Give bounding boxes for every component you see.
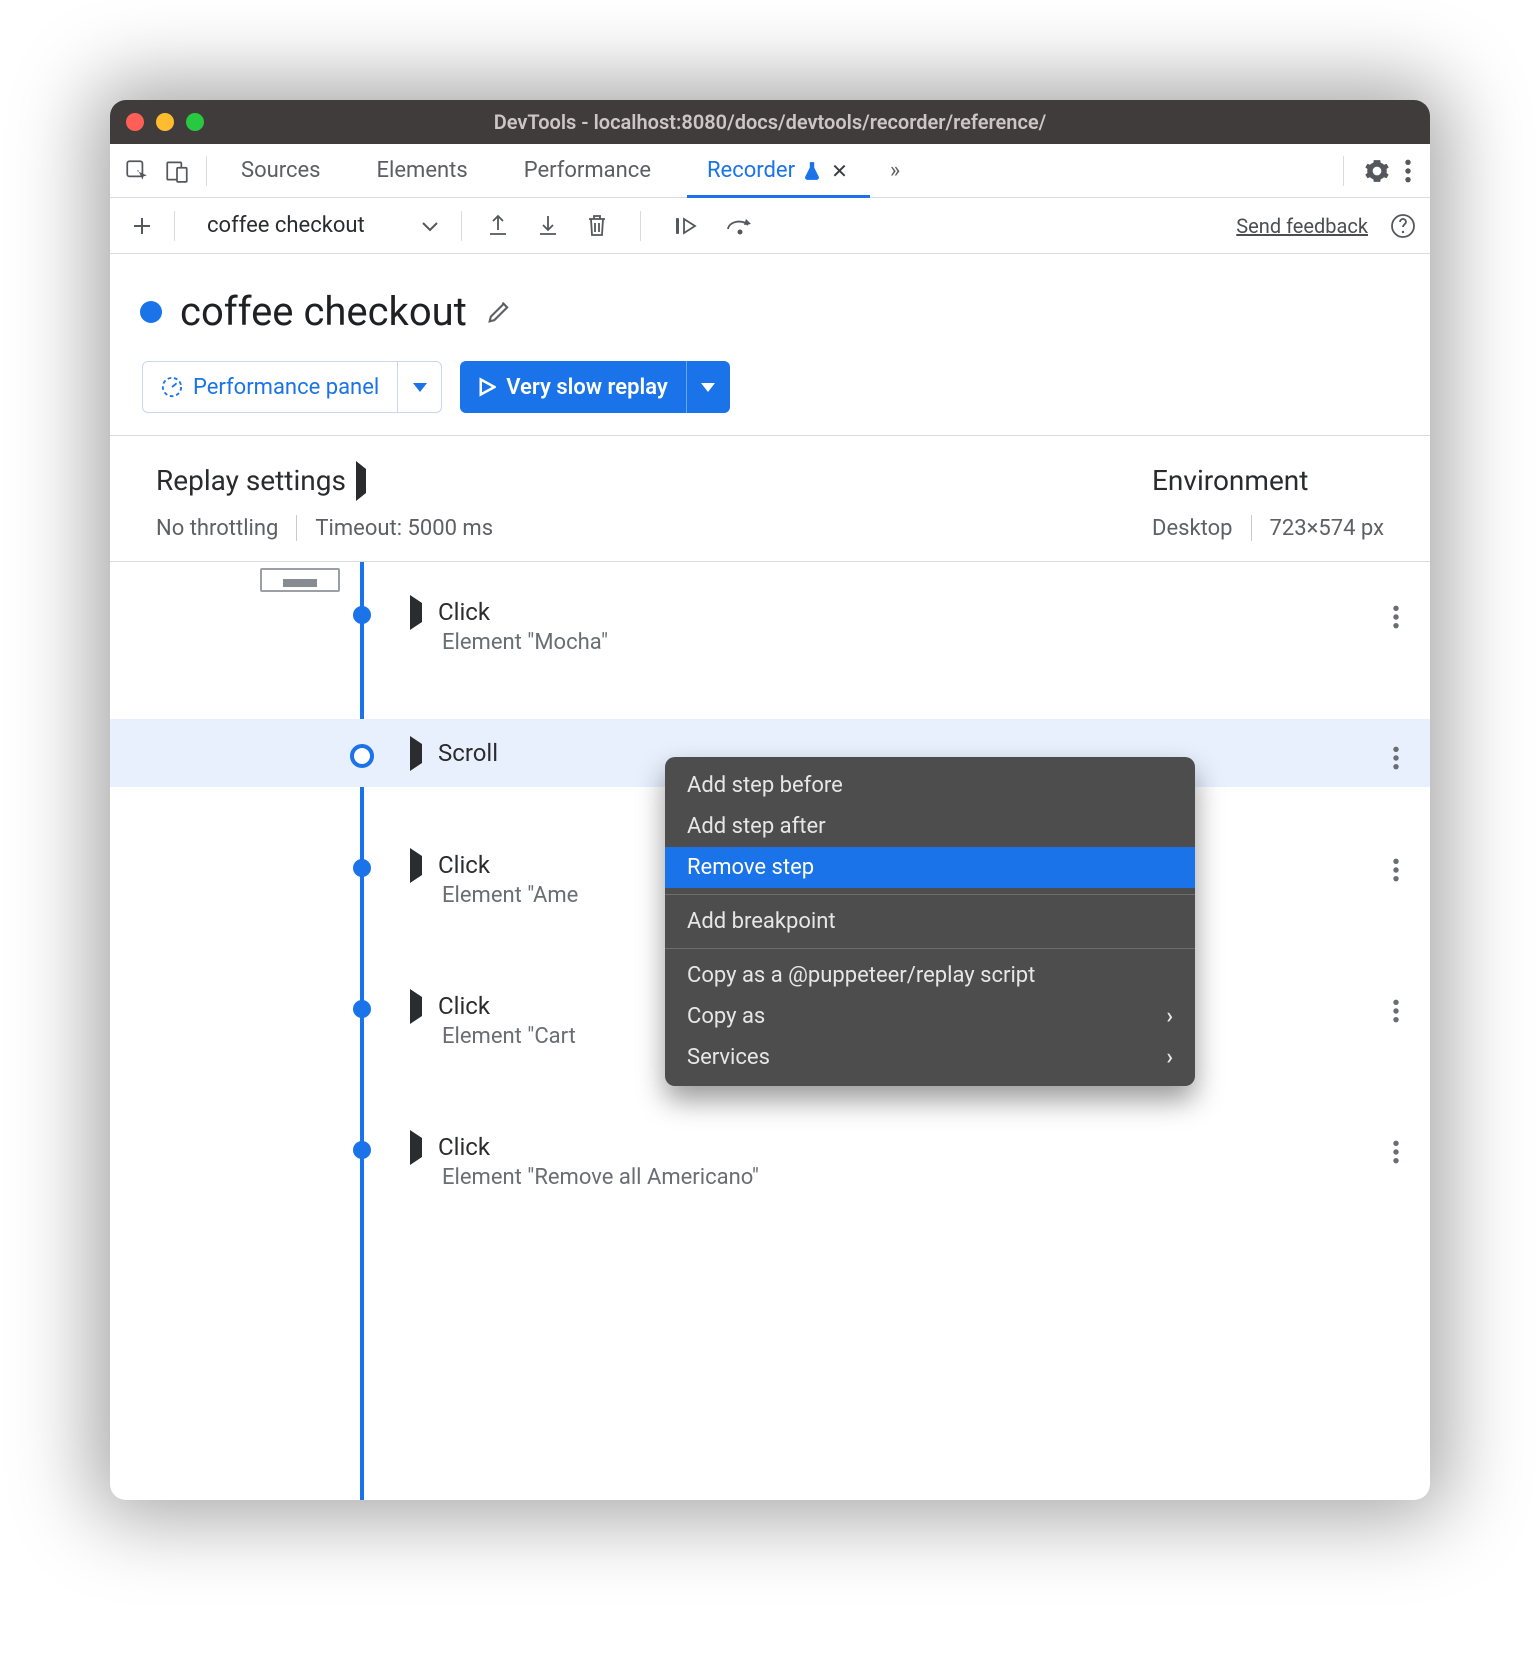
- expand-step-icon[interactable]: [410, 1138, 422, 1157]
- more-tabs-icon[interactable]: »: [876, 158, 914, 183]
- tab-performance[interactable]: Performance: [496, 144, 679, 197]
- recording-select[interactable]: coffee checkout: [189, 213, 373, 238]
- minimize-window[interactable]: [156, 113, 174, 131]
- replay-settings-toggle[interactable]: Replay settings: [156, 464, 493, 497]
- replay-button-label: Very slow replay: [506, 375, 668, 400]
- step-kebab-icon[interactable]: [1392, 998, 1400, 1024]
- tab-sources[interactable]: Sources: [213, 144, 349, 197]
- replay-button[interactable]: Very slow replay: [460, 361, 730, 413]
- ctx-copy-puppeteer[interactable]: Copy as a @puppeteer/replay script: [665, 955, 1195, 996]
- step-title: Scroll: [438, 739, 498, 767]
- panel-tabs: Sources Elements Performance Recorder ✕ …: [110, 144, 1430, 198]
- ctx-remove-step[interactable]: Remove step: [665, 847, 1195, 888]
- delete-icon[interactable]: [586, 213, 608, 239]
- step-kebab-icon[interactable]: [1392, 604, 1400, 630]
- devtools-window: DevTools - localhost:8080/docs/devtools/…: [110, 100, 1430, 1500]
- step-row[interactable]: Click Element "Remove all Americano": [110, 1113, 1430, 1210]
- step-kebab-icon[interactable]: [1392, 857, 1400, 883]
- step-subtitle: Element "Mocha": [442, 630, 1394, 655]
- ctx-add-step-after[interactable]: Add step after: [665, 806, 1195, 847]
- submenu-arrow-icon: ›: [1166, 1004, 1173, 1029]
- tab-elements[interactable]: Elements: [349, 144, 496, 197]
- help-icon[interactable]: [1390, 213, 1416, 239]
- export-icon[interactable]: [486, 213, 510, 239]
- play-icon: [478, 377, 496, 397]
- traffic-lights: [126, 113, 204, 131]
- recording-select-chevron-icon[interactable]: [421, 220, 439, 232]
- expand-step-icon[interactable]: [410, 997, 422, 1016]
- replay-dropdown[interactable]: [686, 361, 730, 413]
- step-kebab-icon[interactable]: [1392, 745, 1400, 771]
- expand-step-icon[interactable]: [410, 603, 422, 622]
- ctx-services[interactable]: Services›: [665, 1037, 1195, 1078]
- titlebar: DevTools - localhost:8080/docs/devtools/…: [110, 100, 1430, 144]
- ctx-add-breakpoint[interactable]: Add breakpoint: [665, 901, 1195, 942]
- submenu-arrow-icon: ›: [1166, 1045, 1173, 1070]
- environment-label: Environment: [1152, 464, 1384, 497]
- step-kebab-icon[interactable]: [1392, 1139, 1400, 1165]
- timeout-value: Timeout: 5000 ms: [315, 516, 493, 541]
- recorder-toolbar: coffee checkout Send feedback: [110, 198, 1430, 254]
- recording-header: coffee checkout Performance panel: [110, 254, 1430, 436]
- step-title: Click: [438, 1133, 490, 1161]
- step-subtitle: Element "Remove all Americano": [442, 1165, 1394, 1190]
- inspect-icon[interactable]: [124, 158, 150, 184]
- kebab-menu-icon[interactable]: [1404, 158, 1412, 184]
- gauge-icon: [161, 376, 183, 398]
- ctx-separator: [665, 948, 1195, 949]
- send-feedback-link[interactable]: Send feedback: [1236, 214, 1368, 238]
- step-dot: [353, 1141, 371, 1159]
- recording-status-dot: [140, 301, 162, 323]
- settings-icon[interactable]: [1364, 158, 1390, 184]
- tab-recorder[interactable]: Recorder ✕: [679, 144, 876, 197]
- close-tab-icon[interactable]: ✕: [831, 159, 848, 183]
- step-row[interactable]: Click Element "Mocha": [110, 578, 1430, 675]
- import-icon[interactable]: [536, 213, 560, 239]
- maximize-window[interactable]: [186, 113, 204, 131]
- env-device: Desktop: [1152, 516, 1233, 541]
- ctx-copy-as[interactable]: Copy as›: [665, 996, 1195, 1037]
- flask-icon: [803, 161, 821, 181]
- edit-title-icon[interactable]: [485, 298, 513, 326]
- expand-step-icon[interactable]: [410, 744, 422, 763]
- performance-panel-button[interactable]: Performance panel: [142, 361, 442, 413]
- step-title: Click: [438, 851, 490, 879]
- device-toolbar-icon[interactable]: [164, 158, 190, 184]
- new-recording-icon[interactable]: [124, 214, 160, 238]
- steps-area: Click Element "Mocha" Scroll Click: [110, 562, 1430, 1500]
- performance-panel-label: Performance panel: [193, 375, 379, 400]
- close-window[interactable]: [126, 113, 144, 131]
- step-dot: [353, 1000, 371, 1018]
- step-over-icon[interactable]: [725, 215, 755, 237]
- replay-settings-row: Replay settings No throttling Timeout: 5…: [110, 436, 1430, 562]
- step-dot: [353, 606, 371, 624]
- step-play-icon[interactable]: [673, 214, 699, 238]
- ctx-separator: [665, 894, 1195, 895]
- recording-title: coffee checkout: [180, 288, 467, 335]
- chevron-right-icon: [356, 469, 366, 493]
- step-title: Click: [438, 598, 490, 626]
- step-title: Click: [438, 992, 490, 1020]
- ctx-add-step-before[interactable]: Add step before: [665, 765, 1195, 806]
- env-size: 723×574 px: [1270, 516, 1385, 541]
- window-title: DevTools - localhost:8080/docs/devtools/…: [110, 110, 1430, 134]
- step-dot: [353, 859, 371, 877]
- step-dot: [350, 744, 374, 768]
- throttling-value: No throttling: [156, 516, 278, 541]
- performance-panel-dropdown[interactable]: [397, 362, 441, 412]
- expand-step-icon[interactable]: [410, 856, 422, 875]
- step-context-menu: Add step before Add step after Remove st…: [665, 757, 1195, 1086]
